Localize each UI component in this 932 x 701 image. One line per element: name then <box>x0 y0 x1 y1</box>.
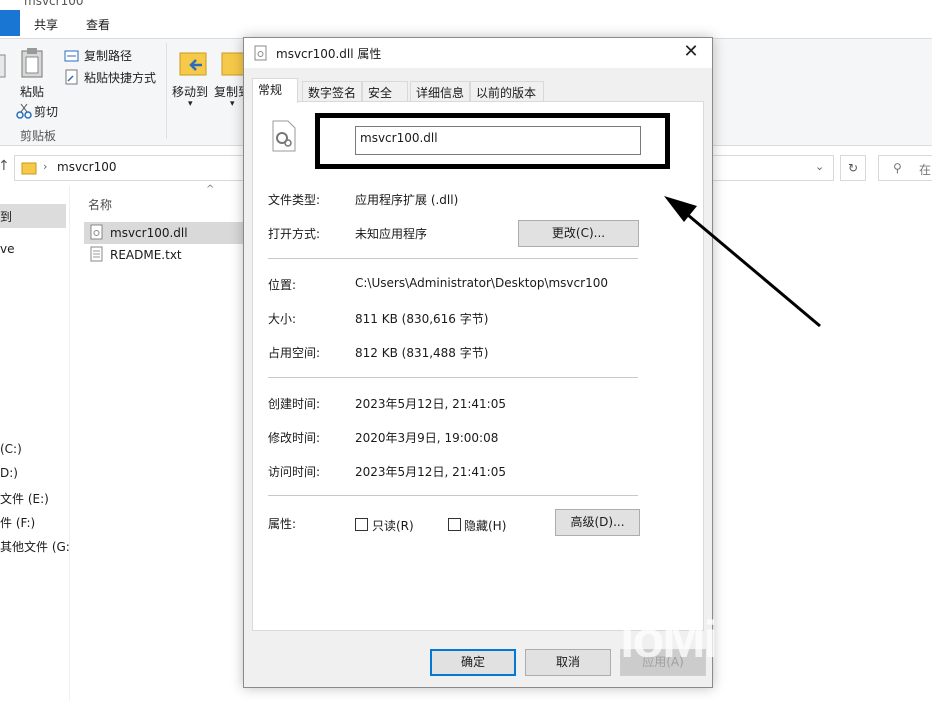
column-header-name[interactable]: 名称 <box>88 196 112 213</box>
tab-strip: 常规 数字签名 安全 详细信息 以前的版本 <box>252 78 704 103</box>
created-value: 2023年5月12日, 21:41:05 <box>355 397 506 411</box>
divider <box>268 495 638 496</box>
tab-previous-versions[interactable]: 以前的版本 <box>470 81 544 102</box>
nav-item-drive-g[interactable]: 其他文件 (G: <box>0 538 70 555</box>
dialog-title: msvcr100.dll 属性 <box>276 47 382 61</box>
tab-view[interactable]: 查看 <box>80 14 116 35</box>
ribbon-tabs: 共享 查看 <box>0 10 932 38</box>
advanced-button[interactable]: 高级(D)... <box>555 509 640 536</box>
divider <box>268 258 638 259</box>
readonly-checkbox[interactable] <box>355 518 368 531</box>
change-button[interactable]: 更改(C)... <box>518 220 639 247</box>
list-item[interactable]: README.txt <box>84 244 250 266</box>
breadcrumb-chevron-icon[interactable]: › <box>43 160 47 173</box>
scissors-icon <box>16 103 32 119</box>
window-title: msvcr100 <box>24 0 84 8</box>
nav-item-drive-c[interactable]: (C:) <box>0 442 22 456</box>
file-tab[interactable] <box>0 10 20 36</box>
paste-label[interactable]: 粘贴 <box>20 83 44 100</box>
size-label: 大小: <box>268 312 297 326</box>
file-type-label: 文件类型: <box>268 193 321 207</box>
file-name: README.txt <box>110 248 182 262</box>
disk-size-value: 812 KB (831,488 字节) <box>355 346 489 360</box>
address-folder[interactable]: msvcr100 <box>57 160 116 174</box>
hidden-label[interactable]: 隐藏(H) <box>464 517 506 534</box>
move-to-button[interactable]: 移动到 <box>172 83 208 100</box>
address-dropdown-icon[interactable]: ⌄ <box>815 160 824 173</box>
paste-icon[interactable] <box>20 47 46 79</box>
navigation-pane: 到 ve (C:) D:) 文件 (E:) 件 (F:) 其他文件 (G: <box>0 186 70 701</box>
properties-dialog: msvcr100.dll 属性 ✕ 常规 数字签名 安全 详细信息 以前的版本 … <box>243 37 713 688</box>
nav-item-onedrive[interactable]: ve <box>0 242 14 256</box>
copy-path-button[interactable]: 复制路径 <box>84 47 132 64</box>
accessed-value: 2023年5月12日, 21:41:05 <box>355 465 506 479</box>
location-label: 位置: <box>268 278 297 292</box>
nav-item-drive-d[interactable]: D:) <box>0 466 18 480</box>
attributes-label: 属性: <box>268 517 297 531</box>
modified-label: 修改时间: <box>268 431 321 445</box>
pin-icon <box>0 54 6 78</box>
paste-shortcut-button[interactable]: 粘贴快捷方式 <box>84 69 156 86</box>
search-icon: ⚲ <box>893 161 902 175</box>
divider <box>268 377 638 378</box>
hidden-checkbox[interactable] <box>448 518 461 531</box>
tab-share[interactable]: 共享 <box>28 14 64 35</box>
nav-item-quick-access[interactable]: 到 <box>0 204 66 228</box>
cut-button[interactable]: 剪切 <box>34 103 58 120</box>
list-item[interactable]: msvcr100.dll <box>84 222 250 244</box>
ribbon-divider <box>166 43 167 139</box>
tab-security[interactable]: 安全 <box>362 81 408 102</box>
dialog-titlebar[interactable]: msvcr100.dll 属性 ✕ <box>244 38 712 68</box>
tab-general[interactable]: 常规 <box>252 78 298 103</box>
close-icon[interactable]: ✕ <box>678 41 704 65</box>
copy-path-icon <box>64 50 79 62</box>
modified-value: 2020年3月9日, 19:00:08 <box>355 431 499 445</box>
clipboard-group-label: 剪贴板 <box>20 129 57 143</box>
cancel-button[interactable]: 取消 <box>525 649 611 676</box>
file-name-input[interactable]: msvcr100.dll <box>355 126 641 155</box>
text-file-icon <box>90 246 103 262</box>
paste-shortcut-icon <box>65 69 78 85</box>
move-to-dropdown-icon[interactable]: ▾ <box>188 99 193 109</box>
created-label: 创建时间: <box>268 397 321 411</box>
search-placeholder: 在 <box>919 163 932 177</box>
up-arrow-icon[interactable]: ↑ <box>0 158 10 174</box>
dll-file-icon <box>90 224 103 240</box>
sort-chevron-icon: ^ <box>206 184 215 195</box>
dll-file-icon <box>254 45 267 61</box>
watermark: ioMi <box>620 611 718 669</box>
dll-gear-file-icon <box>272 120 296 152</box>
ok-button[interactable]: 确定 <box>430 649 516 676</box>
readonly-label[interactable]: 只读(R) <box>372 517 414 534</box>
copy-to-dropdown-icon[interactable]: ▾ <box>230 99 235 109</box>
open-with-value: 未知应用程序 <box>355 227 428 241</box>
location-value: C:\Users\Administrator\Desktop\msvcr100 <box>355 276 608 290</box>
move-to-folder-icon[interactable] <box>178 47 208 79</box>
nav-item-drive-f[interactable]: 件 (F:) <box>0 514 35 531</box>
open-with-label: 打开方式: <box>268 227 321 241</box>
general-tab-panel: msvcr100.dll 文件类型: 应用程序扩展 (.dll) 打开方式: 未… <box>252 101 704 631</box>
folder-icon <box>21 162 37 175</box>
search-box[interactable]: ⚲ 在 <box>878 155 932 181</box>
file-type-value: 应用程序扩展 (.dll) <box>355 193 459 207</box>
file-name: msvcr100.dll <box>110 226 188 240</box>
disk-size-label: 占用空间: <box>268 346 321 360</box>
copy-to-button[interactable]: 复制到 <box>214 83 244 100</box>
refresh-icon[interactable]: ↻ <box>840 155 866 181</box>
accessed-label: 访问时间: <box>268 465 321 479</box>
copy-to-folder-icon[interactable] <box>220 47 244 79</box>
tab-details[interactable]: 详细信息 <box>410 81 470 102</box>
size-value: 811 KB (830,616 字节) <box>355 312 489 326</box>
file-list: 名称 ^ msvcr100.dll README.txt <box>80 184 250 386</box>
nav-item-drive-e[interactable]: 文件 (E:) <box>0 490 49 507</box>
tab-digital-signatures[interactable]: 数字签名 <box>302 81 362 102</box>
